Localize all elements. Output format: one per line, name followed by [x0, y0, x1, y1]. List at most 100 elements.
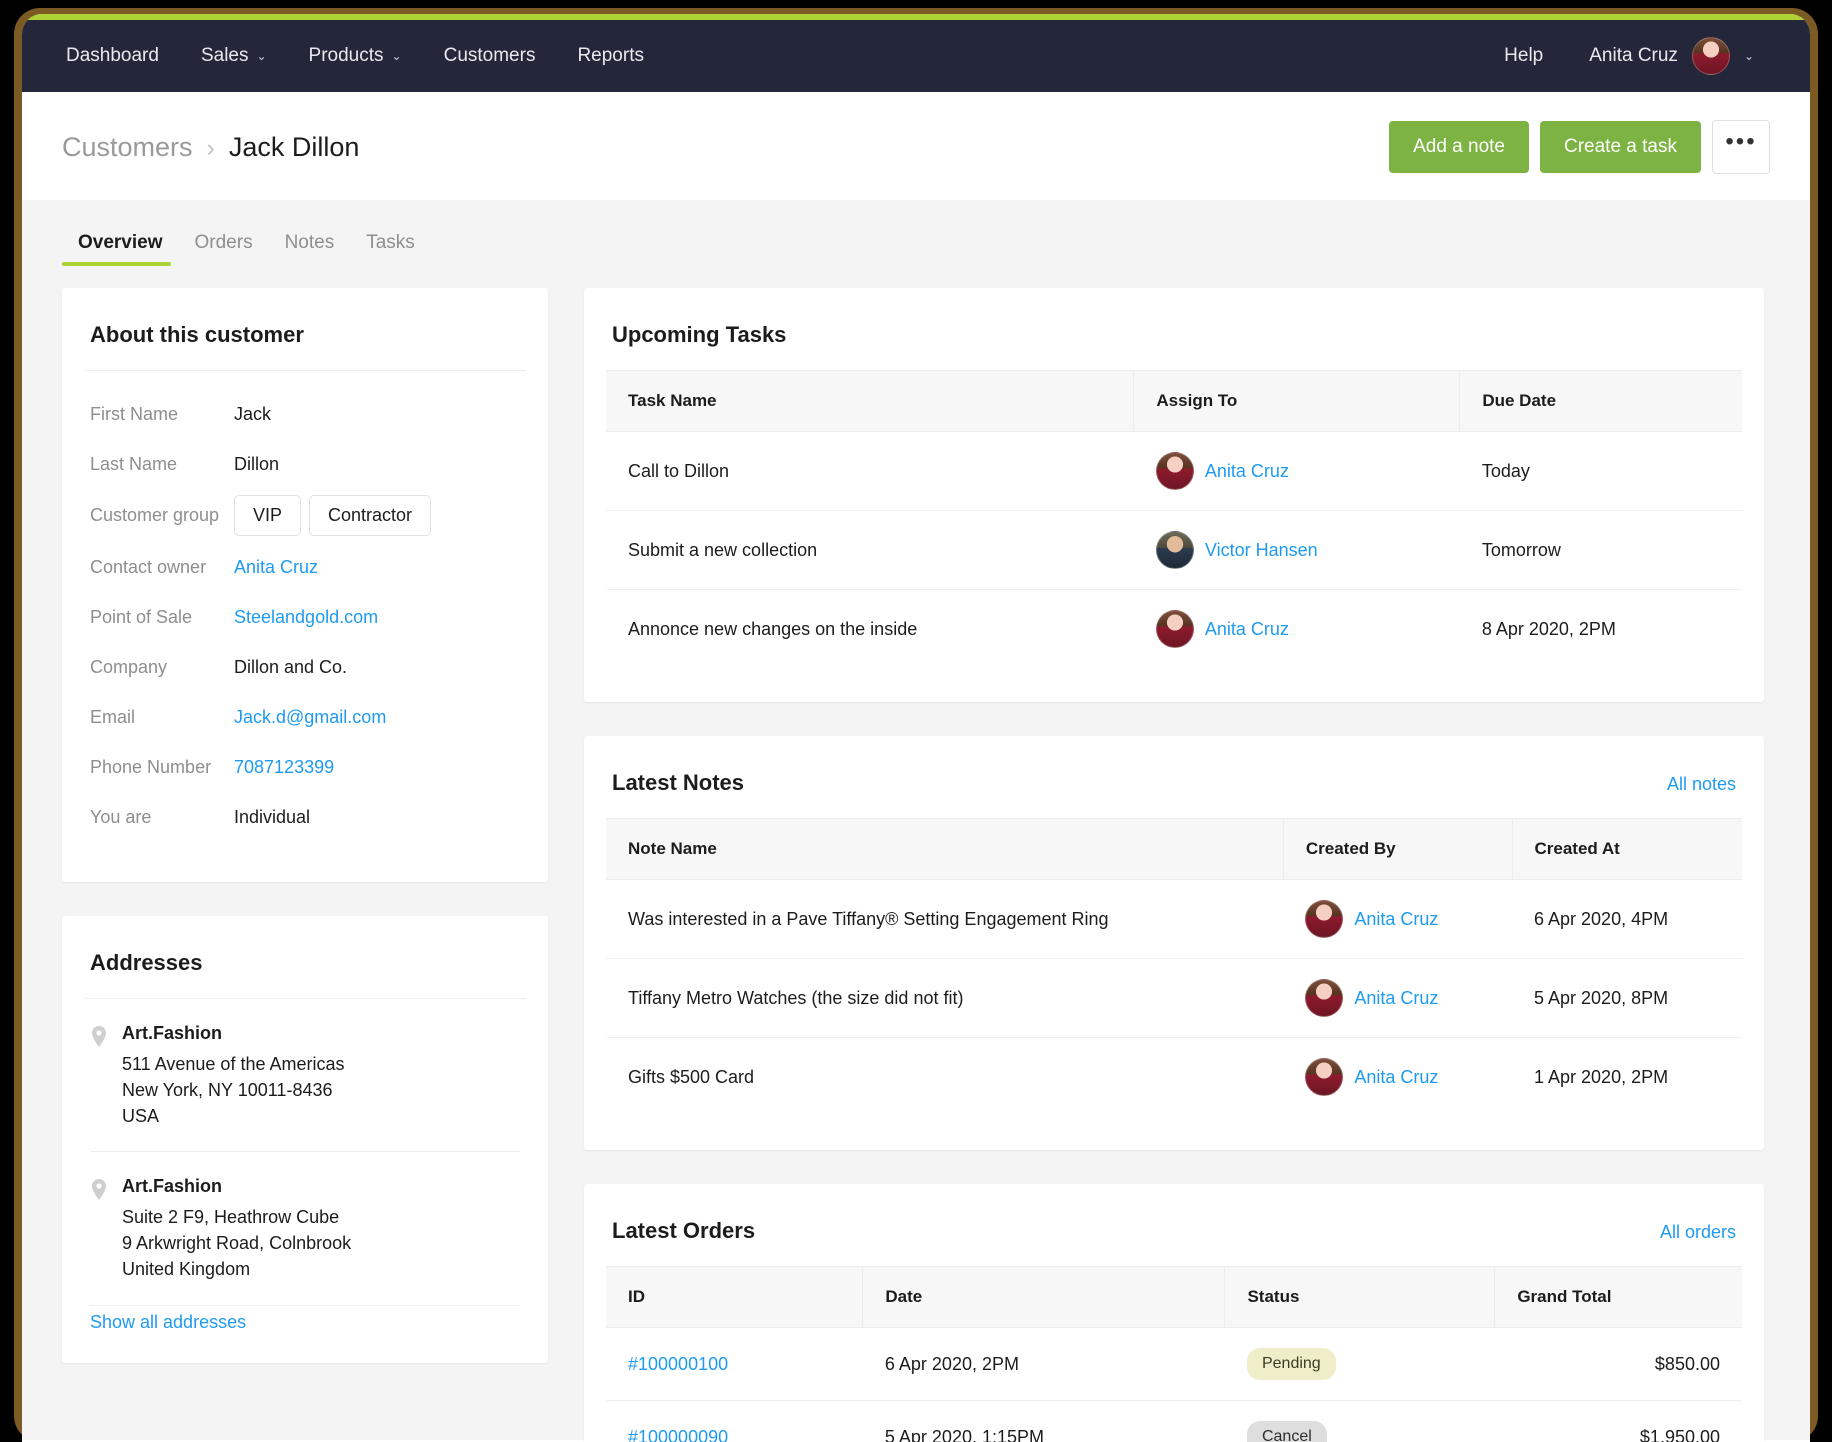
column-header: Created By — [1282, 818, 1512, 880]
nav-item-customers[interactable]: Customers — [426, 35, 554, 77]
assignee-link[interactable]: Victor Hansen — [1205, 540, 1318, 561]
more-options-button[interactable]: ••• — [1712, 120, 1770, 174]
add-note-button[interactable]: Add a note — [1389, 121, 1529, 173]
all-notes-link[interactable]: All notes — [1667, 774, 1736, 795]
order-id-link[interactable]: #100000100 — [628, 1354, 728, 1374]
tab-tasks[interactable]: Tasks — [350, 222, 431, 266]
addresses-card: Addresses Art.Fashion 511 Avenue of the A… — [62, 916, 548, 1363]
about-row: Phone Number 7087123399 — [90, 748, 520, 786]
table-row: Annonce new changes on the inside Anita C… — [606, 590, 1742, 669]
avatar — [1155, 531, 1194, 569]
order-id-cell: #100000090 — [606, 1400, 863, 1442]
create-task-button[interactable]: Create a task — [1540, 121, 1701, 173]
created-by-link[interactable]: Anita Cruz — [1354, 988, 1438, 1009]
breadcrumb: Customers › Jack Dillon — [62, 132, 359, 163]
chip-vip[interactable]: VIP — [234, 495, 302, 536]
page-header: Customers › Jack Dillon Add a note Creat… — [22, 92, 1810, 200]
about-value[interactable]: Jack.d@gmail.com — [234, 707, 386, 728]
about-value: Dillon and Co. — [234, 656, 348, 677]
assignee-link[interactable]: Anita Cruz — [1205, 619, 1289, 640]
note-name-cell: Tiffany Metro Watches (the size did not … — [606, 958, 1284, 1038]
latest-notes-table: Note Name Created By Created At Was interes… — [606, 818, 1742, 1116]
about-label: Last Name — [90, 453, 178, 474]
nav-item-reports[interactable]: Reports — [559, 35, 662, 77]
breadcrumb-separator-icon: › — [206, 133, 215, 162]
status-badge: Cancel — [1246, 1421, 1327, 1442]
task-name-cell: Annonce new changes on the inside — [628, 618, 918, 639]
table-row: #100000100 6 Apr 2020, 2PM Pending $850.00 — [606, 1327, 1742, 1401]
breadcrumb-customers-link[interactable]: Customers — [62, 132, 193, 163]
created-by-link[interactable]: Anita Cruz — [1354, 909, 1438, 930]
column-header: Status — [1224, 1266, 1495, 1328]
address-text: Art.Fashion 511 Avenue of the Americas New… — [122, 1023, 345, 1129]
address-name: Art.Fashion — [122, 1023, 223, 1043]
customer-group-chips: VIP Contractor — [234, 495, 432, 536]
assignee-link[interactable]: Anita Cruz — [1205, 461, 1289, 482]
nav-item-dashboard[interactable]: Dashboard — [48, 35, 177, 77]
status-badge: Pending — [1246, 1348, 1336, 1380]
avatar — [1155, 610, 1194, 648]
about-row: Customer group VIP Contractor — [90, 495, 520, 536]
about-label: Email — [90, 706, 136, 727]
assignee-cell: Anita Cruz — [1133, 431, 1460, 511]
app-window: Dashboard Sales ⌄ Products ⌄ Customers Reports… — [22, 14, 1810, 1442]
created-by-link[interactable]: Anita Cruz — [1354, 1067, 1438, 1088]
tab-overview[interactable]: Overview — [62, 222, 179, 266]
column-header: Task Name — [606, 370, 1134, 432]
tab-label: Overview — [78, 232, 163, 253]
avatar — [1691, 37, 1730, 75]
task-name-cell: Call to Dillon — [606, 431, 1134, 511]
tab-notes[interactable]: Notes — [269, 222, 351, 266]
content-columns: About this customer First Name Jack Last N… — [22, 266, 1810, 1442]
nav-item-sales[interactable]: Sales ⌄ — [183, 35, 285, 77]
latest-notes-title: Latest Notes — [612, 770, 745, 795]
about-row: You are Individual — [90, 798, 520, 836]
nav-help-label: Help — [1504, 45, 1544, 66]
chevron-down-icon: ⌄ — [1743, 49, 1754, 63]
tab-bar: Overview Orders Notes Tasks — [22, 200, 1810, 266]
nav-primary-links: Dashboard Sales ⌄ Products ⌄ Customers Reports — [48, 35, 662, 77]
latest-orders-card: Latest Orders All orders ID Date Status Gra… — [584, 1184, 1764, 1442]
about-label: Phone Number — [90, 756, 212, 777]
nav-item-help[interactable]: Help — [1486, 35, 1561, 77]
chip-contractor[interactable]: Contractor — [309, 495, 432, 536]
show-all-addresses-link[interactable]: Show all addresses — [90, 1306, 520, 1333]
order-date-cell: 5 Apr 2020, 1:15PM — [862, 1400, 1225, 1442]
about-customer-card: About this customer First Name Jack Last N… — [62, 288, 548, 882]
about-row: Contact owner Anita Cruz — [90, 548, 520, 586]
nav-item-label: Reports — [577, 45, 644, 66]
order-id-link[interactable]: #100000090 — [628, 1427, 728, 1442]
table-row: #100000090 5 Apr 2020, 1:15PM Cancel $1,950… — [606, 1400, 1742, 1442]
address-list: Art.Fashion 511 Avenue of the Americas New… — [84, 998, 526, 1363]
column-header: Note Name — [606, 818, 1284, 880]
upcoming-tasks-title: Upcoming Tasks — [612, 322, 787, 347]
due-date-cell: Today — [1459, 431, 1742, 511]
upcoming-tasks-table: Task Name Assign To Due Date Call to Dillon… — [606, 370, 1742, 668]
chevron-down-icon: ⌄ — [391, 49, 402, 63]
all-orders-link[interactable]: All orders — [1660, 1222, 1736, 1243]
about-value[interactable]: Anita Cruz — [234, 557, 318, 578]
about-row: Point of Sale Steelandgold.com — [90, 598, 520, 636]
address-line: New York, NY 10011-8436 — [122, 1080, 333, 1101]
column-header: ID — [606, 1266, 863, 1328]
latest-notes-card: Latest Notes All notes Note Name Created … — [584, 736, 1764, 1150]
table-row: Submit a new collection Victor Hansen Tomo… — [606, 510, 1742, 590]
user-menu[interactable]: Anita Cruz ⌄ — [1571, 27, 1772, 85]
address-line: USA — [122, 1106, 160, 1127]
about-value[interactable]: 7087123399 — [234, 757, 334, 778]
about-label: Point of Sale — [90, 606, 193, 627]
column-header: Assign To — [1133, 370, 1460, 432]
created-by-cell: Anita Cruz — [1283, 958, 1512, 1038]
created-at-cell: 1 Apr 2020, 2PM — [1534, 1066, 1669, 1087]
nav-item-label: Products — [308, 45, 384, 66]
address-item: Art.Fashion Suite 2 F9, Heathrow Cube 9 Ar… — [90, 1152, 520, 1306]
tab-orders[interactable]: Orders — [179, 222, 269, 266]
nav-item-label: Dashboard — [66, 45, 159, 66]
created-at-cell: 6 Apr 2020, 4PM — [1512, 879, 1742, 959]
page-body: Overview Orders Notes Tasks About this cust… — [22, 200, 1810, 1442]
about-label: You are — [90, 806, 152, 827]
about-value[interactable]: Steelandgold.com — [234, 607, 378, 628]
nav-item-products[interactable]: Products ⌄ — [291, 35, 420, 77]
order-total-cell: $850.00 — [1494, 1327, 1742, 1401]
latest-orders-title-row: Latest Orders All orders — [584, 1184, 1764, 1266]
